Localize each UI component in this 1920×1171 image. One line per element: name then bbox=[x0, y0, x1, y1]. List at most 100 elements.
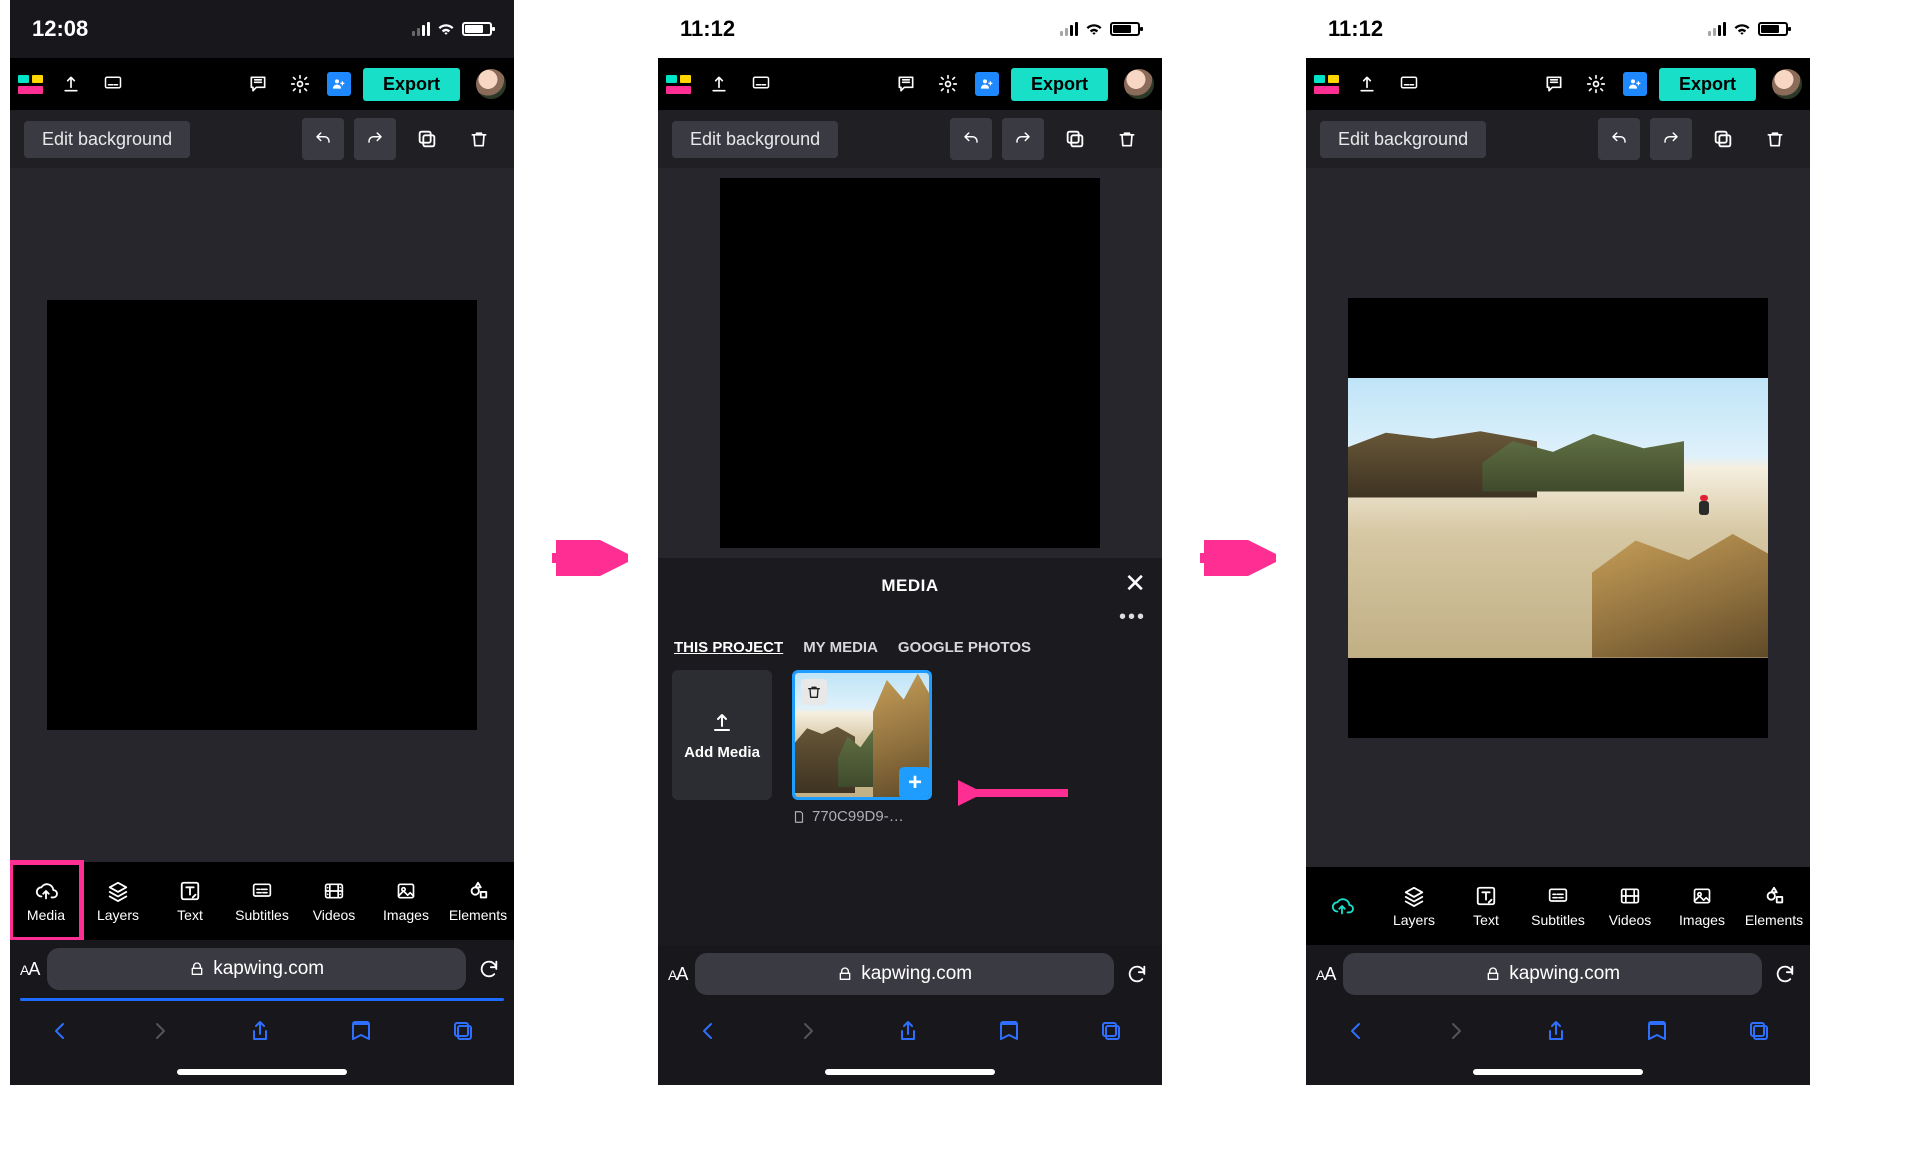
tool-text[interactable]: Text bbox=[154, 862, 226, 940]
upload-icon[interactable] bbox=[1352, 69, 1382, 99]
safari-bottom-nav bbox=[10, 1003, 514, 1063]
kapwing-logo[interactable] bbox=[1314, 75, 1340, 94]
canvas-area[interactable] bbox=[10, 168, 514, 862]
blank-canvas[interactable] bbox=[47, 300, 477, 730]
back-button[interactable] bbox=[1344, 1019, 1368, 1048]
refresh-button[interactable] bbox=[1122, 963, 1152, 985]
close-icon[interactable]: ✕ bbox=[1124, 568, 1146, 599]
gear-icon[interactable] bbox=[933, 69, 963, 99]
home-indicator bbox=[825, 1069, 995, 1075]
tabs-button[interactable] bbox=[1098, 1019, 1124, 1048]
share-button[interactable] bbox=[1544, 1018, 1568, 1049]
bookmarks-button[interactable] bbox=[1644, 1019, 1670, 1048]
undo-button[interactable] bbox=[1598, 118, 1640, 160]
upload-icon[interactable] bbox=[56, 69, 86, 99]
status-indicators bbox=[412, 22, 492, 36]
app-top-bar: Export bbox=[1306, 58, 1810, 110]
collaborator-chip[interactable] bbox=[327, 72, 351, 96]
text-size-button[interactable]: AA bbox=[1316, 964, 1335, 985]
canvas-with-image[interactable] bbox=[1348, 298, 1768, 738]
tool-subtitles[interactable]: Subtitles bbox=[226, 862, 298, 940]
more-icon[interactable]: ••• bbox=[672, 604, 1148, 635]
share-button[interactable] bbox=[248, 1018, 272, 1049]
comment-icon[interactable] bbox=[1539, 69, 1569, 99]
undo-button[interactable] bbox=[302, 118, 344, 160]
edit-background-button[interactable]: Edit background bbox=[672, 121, 838, 158]
kapwing-logo[interactable] bbox=[666, 75, 692, 94]
text-size-button[interactable]: AA bbox=[20, 959, 39, 980]
refresh-button[interactable] bbox=[1770, 963, 1800, 985]
gear-icon[interactable] bbox=[1581, 69, 1611, 99]
subtitle-box-icon[interactable] bbox=[746, 69, 776, 99]
tool-media[interactable]: Media bbox=[10, 862, 82, 940]
avatar[interactable] bbox=[1772, 69, 1802, 99]
blank-canvas[interactable] bbox=[720, 178, 1100, 548]
forward-button[interactable] bbox=[796, 1019, 820, 1048]
tool-images[interactable]: Images bbox=[370, 862, 442, 940]
tool-layers[interactable]: Layers bbox=[1378, 867, 1450, 945]
export-button[interactable]: Export bbox=[1011, 68, 1108, 101]
tool-subtitles[interactable]: Subtitles bbox=[1522, 867, 1594, 945]
copy-icon[interactable] bbox=[1054, 118, 1096, 160]
comment-icon[interactable] bbox=[891, 69, 921, 99]
trash-icon[interactable] bbox=[458, 118, 500, 160]
canvas-area[interactable] bbox=[658, 168, 1162, 558]
refresh-button[interactable] bbox=[474, 958, 504, 980]
subtitle-box-icon[interactable] bbox=[1394, 69, 1424, 99]
undo-button[interactable] bbox=[950, 118, 992, 160]
tool-text[interactable]: Text bbox=[1450, 867, 1522, 945]
upload-icon[interactable] bbox=[704, 69, 734, 99]
collaborator-chip[interactable] bbox=[975, 72, 999, 96]
forward-button[interactable] bbox=[148, 1019, 172, 1048]
tab-this-project[interactable]: THIS PROJECT bbox=[674, 639, 783, 656]
url-box[interactable]: kapwing.com bbox=[47, 948, 466, 990]
redo-button[interactable] bbox=[1002, 118, 1044, 160]
add-media-button[interactable]: Add Media bbox=[672, 670, 772, 800]
copy-icon[interactable] bbox=[1702, 118, 1744, 160]
redo-button[interactable] bbox=[1650, 118, 1692, 160]
trash-icon[interactable] bbox=[1754, 118, 1796, 160]
videos-icon bbox=[321, 879, 347, 903]
trash-icon[interactable] bbox=[1106, 118, 1148, 160]
edit-background-button[interactable]: Edit background bbox=[24, 121, 190, 158]
avatar[interactable] bbox=[1124, 69, 1154, 99]
tool-images[interactable]: Images bbox=[1666, 867, 1738, 945]
collaborator-chip[interactable] bbox=[1623, 72, 1647, 96]
kapwing-logo[interactable] bbox=[18, 75, 44, 94]
tool-media-loading[interactable] bbox=[1306, 867, 1378, 945]
tool-videos[interactable]: Videos bbox=[298, 862, 370, 940]
url-box[interactable]: kapwing.com bbox=[1343, 953, 1762, 995]
gear-icon[interactable] bbox=[285, 69, 315, 99]
avatar[interactable] bbox=[476, 69, 506, 99]
tabs-button[interactable] bbox=[450, 1019, 476, 1048]
forward-button[interactable] bbox=[1444, 1019, 1468, 1048]
export-button[interactable]: Export bbox=[363, 68, 460, 101]
text-size-button[interactable]: AA bbox=[668, 964, 687, 985]
share-button[interactable] bbox=[896, 1018, 920, 1049]
add-to-canvas-button[interactable]: + bbox=[899, 767, 931, 799]
tab-my-media[interactable]: MY MEDIA bbox=[803, 639, 878, 656]
tabs-button[interactable] bbox=[1746, 1019, 1772, 1048]
export-button[interactable]: Export bbox=[1659, 68, 1756, 101]
back-button[interactable] bbox=[696, 1019, 720, 1048]
url-box[interactable]: kapwing.com bbox=[695, 953, 1114, 995]
media-thumbnail[interactable]: + bbox=[792, 670, 932, 800]
delete-thumbnail-icon[interactable] bbox=[801, 679, 827, 705]
tab-google-photos[interactable]: GOOGLE PHOTOS bbox=[898, 639, 1031, 656]
edit-background-button[interactable]: Edit background bbox=[1320, 121, 1486, 158]
tool-videos[interactable]: Videos bbox=[1594, 867, 1666, 945]
canvas-area[interactable] bbox=[1306, 168, 1810, 867]
tool-layers[interactable]: Layers bbox=[82, 862, 154, 940]
comment-icon[interactable] bbox=[243, 69, 273, 99]
subtitle-box-icon[interactable] bbox=[98, 69, 128, 99]
bookmarks-button[interactable] bbox=[348, 1019, 374, 1048]
copy-icon[interactable] bbox=[406, 118, 448, 160]
beach-image[interactable] bbox=[1348, 378, 1768, 658]
secondary-toolbar: Edit background bbox=[1306, 110, 1810, 168]
back-button[interactable] bbox=[48, 1019, 72, 1048]
bookmarks-button[interactable] bbox=[996, 1019, 1022, 1048]
tool-elements[interactable]: Elements bbox=[442, 862, 514, 940]
tool-label: Layers bbox=[97, 907, 139, 923]
tool-elements[interactable]: Elements bbox=[1738, 867, 1810, 945]
redo-button[interactable] bbox=[354, 118, 396, 160]
